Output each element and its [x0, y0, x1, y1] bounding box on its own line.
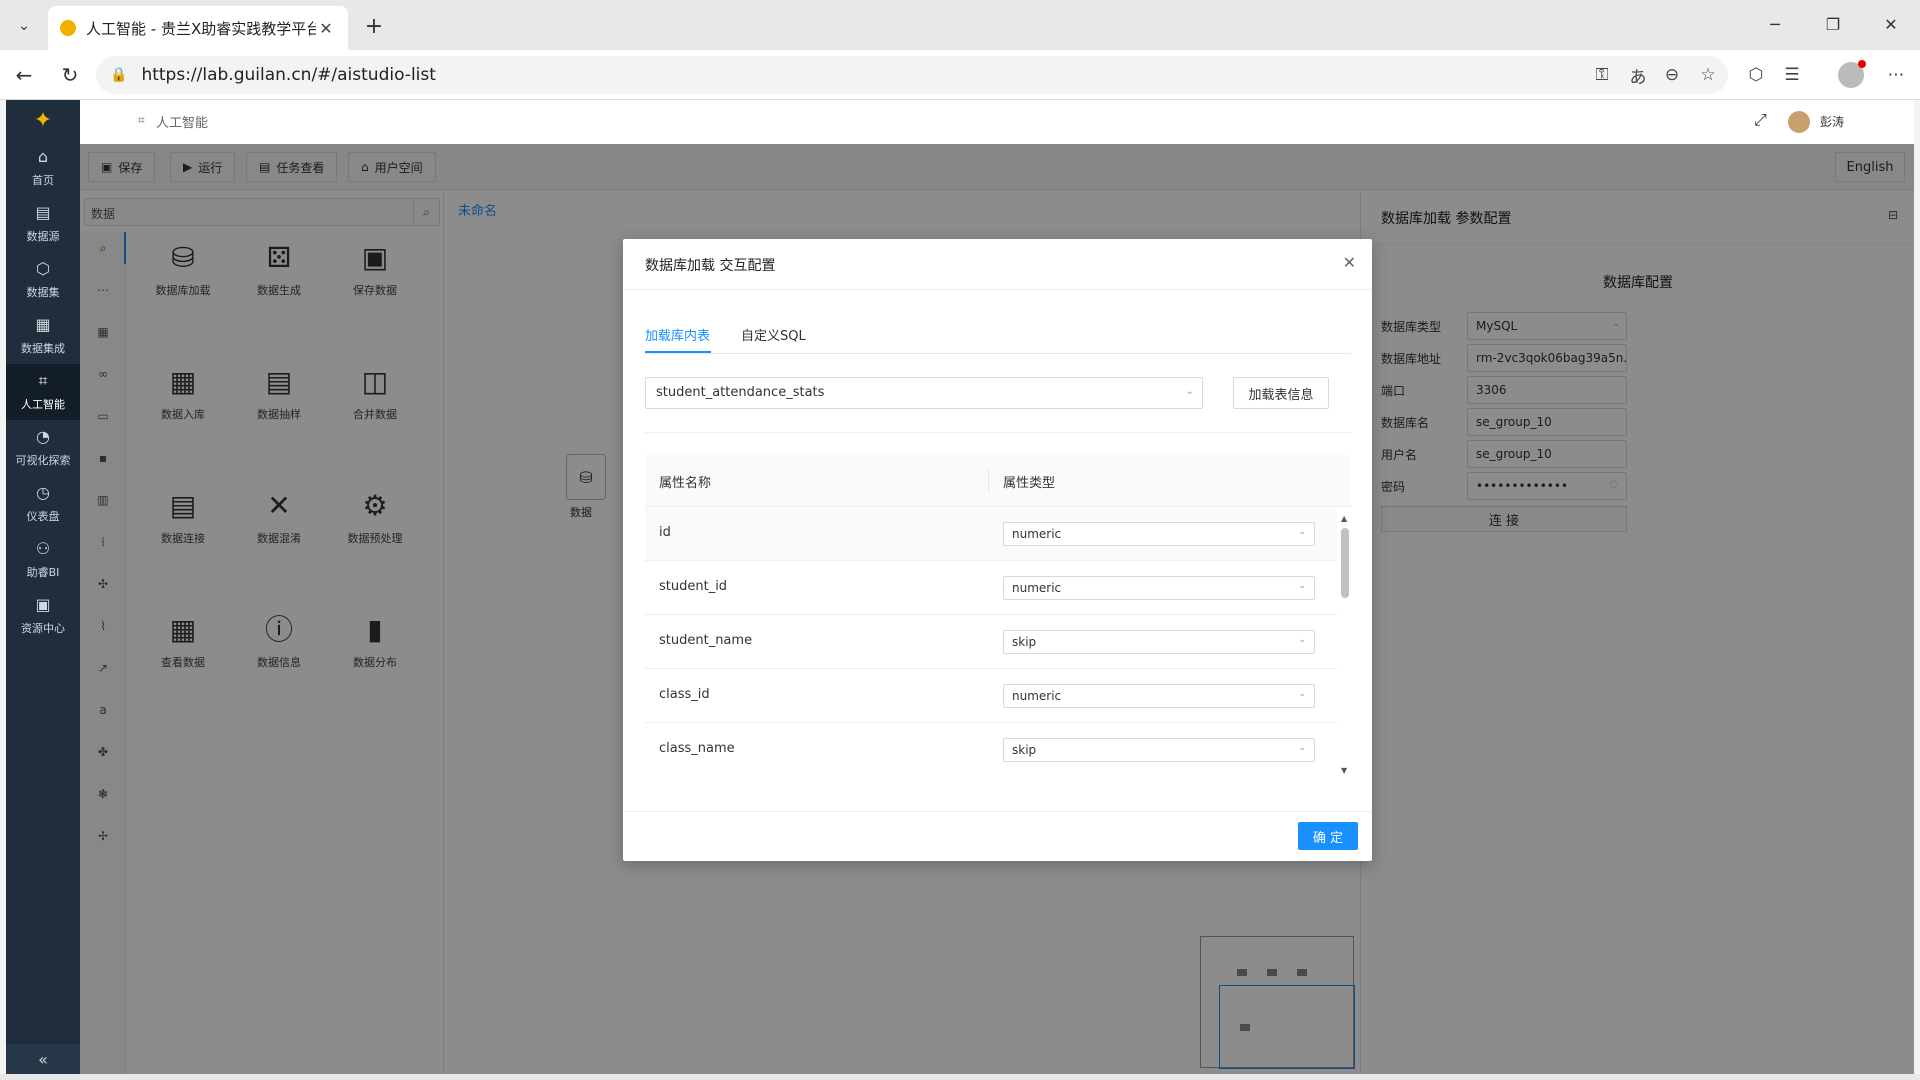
table-row: class_id numeric ⌄ — [645, 669, 1337, 723]
url-field[interactable]: 🔒 https://lab.guilan.cn/#/aistudio-list — [96, 56, 1728, 94]
column-header-type: 属性类型 — [1003, 476, 1056, 491]
fullscreen-icon[interactable]: ⤢ — [1754, 110, 1767, 130]
favicon-icon — [60, 20, 76, 36]
chevron-down-icon: ⌄ — [1298, 581, 1306, 591]
chevron-down-icon: ⌄ — [1298, 635, 1306, 645]
table-row: student_name skip ⌄ — [645, 615, 1337, 669]
chart-icon: ◔ — [36, 427, 50, 446]
user-name[interactable]: 彭涛 — [1820, 113, 1844, 130]
close-icon[interactable]: ✕ — [316, 19, 336, 38]
type-select[interactable]: numeric ⌄ — [1003, 522, 1315, 546]
attribute-table-body: id numeric ⌄ student_id numeric ⌄ student_… — [645, 507, 1337, 775]
collapse-button[interactable]: « — [6, 1044, 80, 1074]
back-icon[interactable]: ← — [8, 59, 40, 91]
maximize-icon[interactable]: ❐ — [1810, 8, 1856, 40]
key-icon[interactable]: ⚿ — [1588, 61, 1616, 89]
scrollbar[interactable]: ▲ ▼ — [1339, 514, 1351, 776]
nav-item-visual[interactable]: ◔ 可视化探索 — [6, 420, 80, 476]
tab-load-table[interactable]: 加载库内表 — [645, 325, 710, 344]
load-table-info-button[interactable]: 加载表信息 — [1233, 377, 1329, 409]
notification-dot — [1858, 60, 1866, 68]
scroll-down-icon[interactable]: ▼ — [1341, 766, 1347, 775]
bi-icon: ⚇ — [35, 539, 51, 558]
type-select[interactable]: numeric ⌄ — [1003, 684, 1315, 708]
zoom-out-icon[interactable]: ⊖ — [1658, 61, 1686, 89]
dataset-icon: ⬡ — [36, 259, 50, 278]
minimize-icon[interactable]: ─ — [1752, 8, 1798, 40]
nav-item-datasource[interactable]: ▤ 数据源 — [6, 196, 80, 252]
interactive-config-modal: 数据库加载 交互配置 ✕ 加载库内表 自定义SQL student_attend… — [623, 239, 1372, 861]
avatar[interactable] — [1788, 111, 1810, 133]
scrollbar-thumb[interactable] — [1341, 528, 1349, 598]
tab-title: 人工智能 - 贵兰X助睿实践教学平台 — [86, 19, 316, 38]
divider — [623, 289, 1372, 290]
breadcrumb-icon: ⌗ — [138, 113, 145, 127]
chevron-down-icon: ⌄ — [1298, 743, 1306, 753]
chevron-down-icon: ⌄ — [1298, 689, 1306, 699]
table-row: class_name skip ⌄ — [645, 723, 1337, 775]
type-select[interactable]: skip ⌄ — [1003, 630, 1315, 654]
table-select[interactable]: student_attendance_stats ⌄ — [645, 377, 1203, 409]
address-bar: ← ↻ 🔒 https://lab.guilan.cn/#/aistudio-l… — [0, 50, 1920, 100]
more-icon[interactable]: ⋯ — [1882, 61, 1910, 89]
column-divider — [988, 469, 989, 493]
resource-icon: ▣ — [35, 595, 51, 614]
extensions-icon[interactable]: ⬡ — [1742, 61, 1770, 89]
home-icon: ⌂ — [37, 147, 49, 166]
scroll-up-icon[interactable]: ▲ — [1341, 514, 1347, 523]
modal-title: 数据库加载 交互配置 — [645, 258, 776, 274]
window-close-icon[interactable]: ✕ — [1868, 8, 1914, 40]
dashboard-icon: ◷ — [36, 483, 50, 502]
nav-item-dataset[interactable]: ⬡ 数据集 — [6, 252, 80, 308]
table-row: id numeric ⌄ — [645, 507, 1337, 561]
browser-tab-bar: ⌄ 人工智能 - 贵兰X助睿实践教学平台 ✕ + ─ ❐ ✕ — [0, 0, 1920, 50]
chevron-down-icon: ⌄ — [1185, 386, 1194, 397]
close-icon[interactable]: ✕ — [1343, 253, 1356, 272]
integration-icon: ▦ — [35, 315, 51, 334]
nav-item-integration[interactable]: ▦ 数据集成 — [6, 308, 80, 364]
confirm-button[interactable]: 确 定 — [1298, 822, 1358, 850]
chevron-down-icon: ⌄ — [1298, 527, 1306, 537]
left-nav: ✦ ⌂ 首页 ▤ 数据源 ⬡ 数据集 ▦ 数据集成 ⌗ 人工智能 ◔ 可视化探索 ◷ 仪表盘 … — [6, 100, 80, 1074]
nav-item-bi[interactable]: ⚇ 助睿BI — [6, 532, 80, 588]
tab-dropdown-icon[interactable]: ⌄ — [8, 10, 40, 42]
star-icon[interactable]: ☆ — [1694, 61, 1722, 89]
bottom-strip — [0, 1074, 1920, 1080]
ai-icon: ⌗ — [38, 371, 48, 390]
nav-item-home[interactable]: ⌂ 首页 — [6, 140, 80, 196]
lock-icon[interactable]: 🔒 — [110, 67, 127, 83]
nav-item-resource[interactable]: ▣ 资源中心 — [6, 588, 80, 644]
tabs-divider — [645, 353, 1351, 354]
attribute-table-header: 属性名称 属性类型 — [645, 455, 1351, 507]
breadcrumb: 人工智能 — [156, 116, 209, 131]
tab-custom-sql[interactable]: 自定义SQL — [741, 325, 806, 344]
datasource-icon: ▤ — [35, 203, 51, 222]
active-tab-indicator — [645, 351, 711, 353]
table-row: student_id numeric ⌄ — [645, 561, 1337, 615]
top-bar: ⌗ 人工智能 ⤢ 彭涛 — [80, 100, 1914, 144]
column-header-name: 属性名称 — [659, 476, 712, 491]
browser-tab[interactable]: 人工智能 - 贵兰X助睿实践教学平台 ✕ — [48, 6, 348, 50]
plus-icon[interactable]: + — [358, 10, 390, 42]
favorites-icon[interactable]: ☰ — [1778, 61, 1806, 89]
refresh-icon[interactable]: ↻ — [54, 59, 86, 91]
nav-item-ai[interactable]: ⌗ 人工智能 — [6, 364, 80, 420]
translate-icon[interactable]: あ — [1624, 61, 1652, 89]
divider — [645, 432, 1351, 433]
nav-item-dashboard[interactable]: ◷ 仪表盘 — [6, 476, 80, 532]
url-text: https://lab.guilan.cn/#/aistudio-list — [141, 65, 436, 85]
logo-icon[interactable]: ✦ — [6, 104, 80, 136]
type-select[interactable]: numeric ⌄ — [1003, 576, 1315, 600]
type-select[interactable]: skip ⌄ — [1003, 738, 1315, 762]
divider — [623, 811, 1372, 812]
